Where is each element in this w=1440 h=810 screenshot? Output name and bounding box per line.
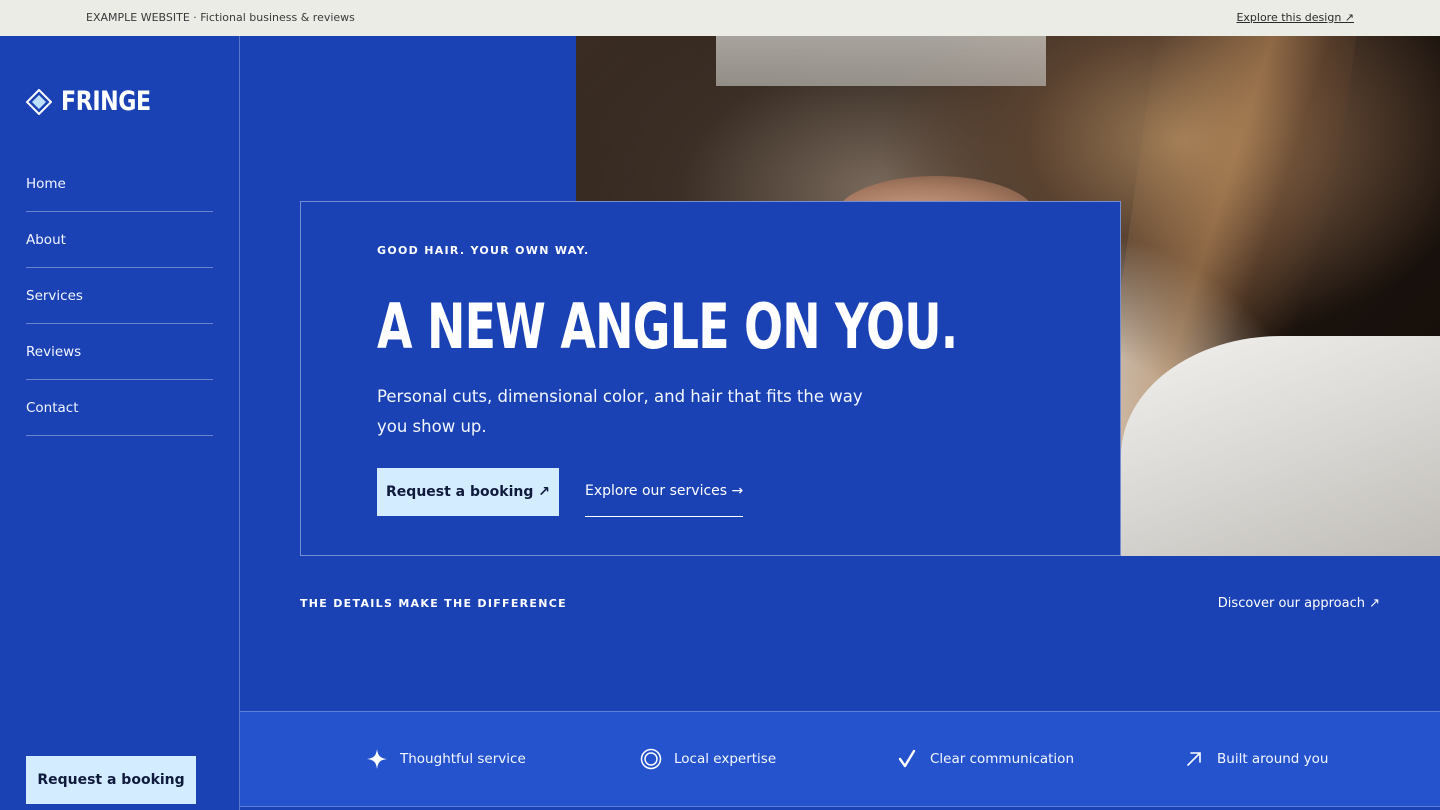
feature-label: Clear communication <box>930 751 1074 767</box>
hero-card: GOOD HAIR. YOUR OWN WAY. A NEW ANGLE ON … <box>300 201 1121 556</box>
hero-headline: A NEW ANGLE ON YOU. <box>377 290 958 363</box>
feature-local-expertise: Local expertise <box>640 748 776 770</box>
hero-booking-button[interactable]: Request a booking ↗ <box>377 468 559 516</box>
diamond-logo-icon <box>25 88 53 115</box>
banner-site-label: EXAMPLE WEBSITE · Fictional business & r… <box>86 11 355 24</box>
feature-label: Thoughtful service <box>400 751 526 767</box>
details-heading: THE DETAILS MAKE THE DIFFERENCE <box>300 597 567 610</box>
explore-services-link[interactable]: Explore our services → <box>585 468 744 517</box>
nav-item-home[interactable]: Home <box>26 156 213 212</box>
check-icon <box>896 748 918 770</box>
arrow-up-right-icon <box>1183 748 1205 770</box>
features-strip: Thoughtful service Local expertise Clear… <box>240 711 1440 807</box>
hero-eyebrow: GOOD HAIR. YOUR OWN WAY. <box>377 244 590 257</box>
explore-design-link[interactable]: Explore this design ↗ <box>1236 11 1354 24</box>
brand-logo[interactable]: FRINGE <box>25 86 170 117</box>
sidebar: FRINGE Home About Services Reviews Conta… <box>0 36 240 810</box>
feature-label: Local expertise <box>674 751 777 767</box>
discover-approach-link[interactable]: Discover our approach ↗ <box>1218 596 1380 611</box>
sidebar-booking-button[interactable]: Request a booking <box>26 756 196 804</box>
target-icon <box>640 748 662 770</box>
photo-wash-basin <box>1121 336 1440 556</box>
feature-thoughtful-service: Thoughtful service <box>366 748 526 770</box>
feature-clear-communication: Clear communication <box>896 748 1074 770</box>
nav-item-about[interactable]: About <box>26 212 213 268</box>
hero-subtext: Personal cuts, dimensional color, and ha… <box>377 387 863 436</box>
nav-item-services[interactable]: Services <box>26 268 213 324</box>
main-nav: Home About Services Reviews Contact <box>26 156 213 436</box>
photo-shelf <box>716 36 1046 86</box>
brand-name: FRINGE <box>61 86 151 117</box>
sparkle-icon <box>366 748 388 770</box>
nav-item-reviews[interactable]: Reviews <box>26 324 213 380</box>
feature-label: Built around you <box>1217 751 1329 767</box>
example-banner: EXAMPLE WEBSITE · Fictional business & r… <box>0 0 1440 36</box>
feature-built-around-you: Built around you <box>1183 748 1328 770</box>
nav-item-contact[interactable]: Contact <box>26 380 213 436</box>
